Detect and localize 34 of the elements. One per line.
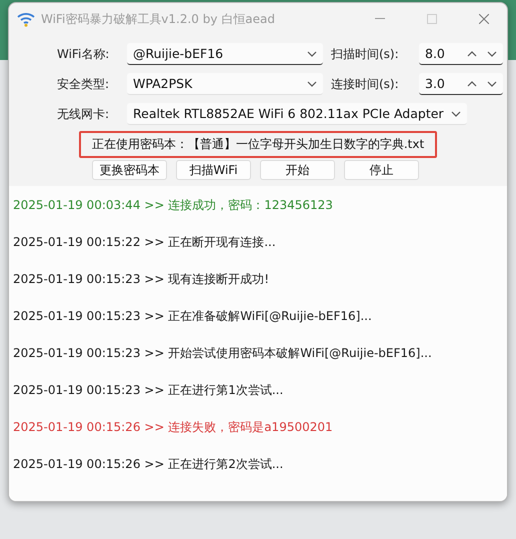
chevron-down-icon xyxy=(307,50,317,56)
chevron-up-icon[interactable] xyxy=(467,80,477,86)
action-button[interactable]: 扫描WiFi xyxy=(176,160,251,180)
field-label: WiFi名称: xyxy=(57,46,110,62)
minimize-icon[interactable] xyxy=(375,18,385,20)
field-label: 扫描时间(s): xyxy=(331,46,400,62)
field-label: 无线网卡: xyxy=(57,106,110,122)
log-entry: 2025-01-19 00:15:23 >> 正在进行第1次尝试... xyxy=(13,383,284,398)
number-spinner[interactable]: 3.0 xyxy=(419,73,503,95)
wifi-name-dropdown[interactable]: @Ruijie-bEF16 xyxy=(127,43,323,65)
number-spinner[interactable]: 8.0 xyxy=(419,43,503,65)
close-icon[interactable] xyxy=(479,14,489,24)
log-entry: 2025-01-19 00:15:22 >> 正在断开现有连接... xyxy=(13,235,277,250)
security-type-dropdown[interactable]: WPA2PSK xyxy=(127,73,323,95)
action-button[interactable]: 开始 xyxy=(260,160,335,180)
action-button[interactable]: 停止 xyxy=(344,160,419,180)
log-entry: 2025-01-19 00:15:23 >> 现有连接断开成功! xyxy=(13,272,270,287)
dictionary-notice: 正在使用密码本：【普通】一位字母开头加生日数字的字典.txt xyxy=(79,131,437,158)
log-entry: 2025-01-19 00:15:23 >> 正在准备破解WiFi[@Ruijie-bEF16]... xyxy=(13,309,373,324)
wifi-icon xyxy=(17,11,35,27)
chevron-down-icon xyxy=(487,50,497,56)
log-entry: 2025-01-19 00:15:23 >> 开始尝试使用密码本破解WiFi[@Ruijie-bEF16]... xyxy=(13,346,433,361)
adapter-dropdown[interactable]: Realtek RTL8852AE WiFi 6 802.11ax PCIe Adapter xyxy=(127,103,467,125)
chevron-up-icon[interactable] xyxy=(467,50,477,56)
log-entry: 2025-01-19 00:03:44 >> 连接成功，密码：123456123 xyxy=(13,198,334,213)
field-label: 安全类型: xyxy=(57,76,110,92)
chevron-down-icon xyxy=(307,80,317,86)
chevron-down-icon xyxy=(451,110,461,116)
chevron-down-icon xyxy=(487,80,497,86)
window-title: WiFi密码暴力破解工具v1.2.0 by 白恒aead xyxy=(41,10,276,28)
action-button[interactable]: 更换密码本 xyxy=(92,160,167,180)
log-entry: 2025-01-19 00:15:26 >> 连接失败，密码是a19500201 xyxy=(13,420,334,435)
field-label: 连接时间(s): xyxy=(331,76,400,92)
log-entry: 2025-01-19 00:15:26 >> 正在进行第2次尝试... xyxy=(13,457,284,472)
